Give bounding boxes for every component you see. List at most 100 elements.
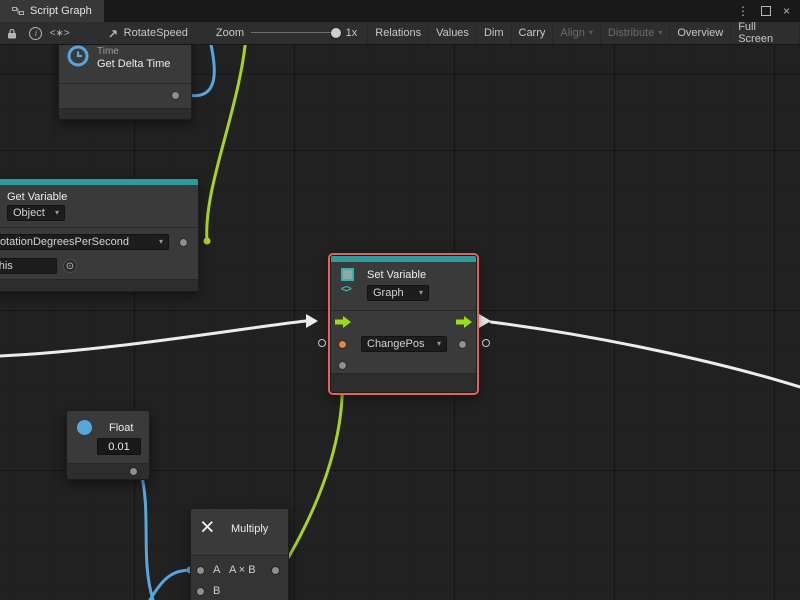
multiply-icon: × (200, 515, 215, 540)
output-port-result[interactable] (272, 567, 279, 574)
input-value: 0.01 (108, 441, 129, 453)
full-screen-button[interactable]: Full Screen (730, 22, 800, 44)
input-port-b[interactable] (197, 588, 204, 595)
flow-arrowhead-out (479, 314, 491, 328)
node-float[interactable]: Float 0.01 (66, 410, 150, 480)
wire-endpoint (204, 238, 211, 245)
graph-canvas[interactable]: Time Get Delta Time Get Variable Object … (0, 44, 800, 600)
button-label: Dim (484, 27, 504, 39)
port-label-result: A × B (229, 564, 256, 576)
zoom-slider-knob[interactable] (331, 28, 341, 38)
flow-wire-in (0, 321, 306, 356)
zoom-slider-track (251, 32, 339, 33)
node-get-delta-time[interactable]: Time Get Delta Time (58, 44, 192, 120)
button-label: Carry (519, 27, 546, 39)
variable-name-dropdown[interactable]: RotationDegreesPerSecond ▾ (0, 234, 169, 250)
output-port[interactable] (180, 239, 187, 246)
node-multiply[interactable]: × Multiply A A × B B (190, 508, 289, 600)
graph-type-icon: <> (341, 284, 351, 295)
dropdown-value: RotationDegreesPerSecond (0, 236, 129, 248)
zoom-slider[interactable] (249, 22, 341, 44)
tab-script-graph[interactable]: Script Graph (0, 0, 104, 22)
graph-name: RotateSpeed (124, 27, 188, 39)
chevron-down-icon: ▾ (159, 238, 163, 246)
button-label: Values (436, 27, 469, 39)
graph-breadcrumb[interactable]: RotateSpeed (102, 22, 194, 44)
close-icon[interactable]: × (783, 4, 790, 18)
variable-name-dropdown[interactable]: ChangePos ▾ (361, 336, 447, 352)
node-divider (59, 83, 191, 84)
node-divider (0, 227, 198, 228)
object-picker-icon[interactable]: ⊙ (63, 259, 77, 273)
node-get-variable[interactable]: Get Variable Object ▾ RotationDegreesPer… (0, 178, 199, 292)
flow-wire-out (491, 322, 800, 387)
dim-button[interactable]: Dim (476, 22, 511, 44)
float-value-input[interactable]: 0.01 (97, 438, 141, 455)
output-port[interactable] (172, 92, 179, 99)
button-label: Full Screen (738, 21, 792, 45)
unconnected-port-indicator-left[interactable] (318, 339, 326, 347)
graph-pointer-icon (108, 28, 119, 39)
flow-input-arrow[interactable] (335, 316, 351, 328)
node-footer (0, 279, 198, 291)
info-glyph: i (29, 27, 42, 40)
unconnected-port-indicator-right[interactable] (482, 339, 490, 347)
info-icon[interactable]: i (24, 22, 48, 44)
code-preview-icon[interactable]: <∗> (48, 22, 72, 44)
node-title: Set Variable (367, 269, 426, 281)
target-glyph: ⊙ (66, 261, 74, 272)
node-set-variable[interactable]: <> Set Variable Graph ▾ ChangePos ▾ (330, 255, 477, 393)
tab-title: Script Graph (30, 5, 92, 17)
node-color-stripe (331, 256, 476, 262)
values-button[interactable]: Values (428, 22, 476, 44)
dropdown-value: Graph (373, 287, 404, 299)
window-tab-bar: Script Graph ⋮ × (0, 0, 800, 23)
zoom-label: Zoom (216, 27, 244, 39)
chevron-down-icon: ▾ (437, 340, 441, 348)
flow-output-arrow[interactable] (456, 316, 472, 328)
variable-scope-dropdown[interactable]: Object ▾ (7, 205, 65, 221)
button-label: Distribute (608, 27, 654, 39)
node-title: Float (109, 422, 133, 434)
port-label-a: A (213, 564, 220, 576)
node-footer (331, 373, 476, 392)
value-wire-into-multiply-a (150, 570, 190, 600)
chevron-down-icon: ▾ (658, 29, 662, 37)
relations-button[interactable]: Relations (367, 22, 428, 44)
graph-toolbar: i <∗> RotateSpeed Zoom 1x Relations Valu… (0, 22, 800, 45)
menu-icon[interactable]: ⋮ (737, 4, 749, 18)
variable-scope-dropdown[interactable]: Graph ▾ (367, 285, 429, 301)
lock-icon[interactable] (0, 22, 24, 44)
button-label: Align (560, 27, 584, 39)
value-input-port[interactable] (339, 341, 346, 348)
node-color-stripe (0, 179, 198, 185)
dropdown-value: ChangePos (367, 338, 425, 350)
float-icon (77, 420, 92, 435)
target-object-field[interactable]: This (0, 258, 57, 274)
dropdown-value: Object (13, 207, 45, 219)
flow-arrowhead-in (306, 314, 318, 328)
node-divider (331, 310, 476, 311)
node-footer (59, 108, 191, 119)
toolbar-buttons: Relations Values Dim Carry Align ▾ Distr… (367, 22, 800, 44)
chevron-down-icon: ▾ (419, 289, 423, 297)
node-title: Get Variable (7, 191, 67, 203)
node-title: Get Delta Time (97, 58, 170, 70)
input-port-a[interactable] (197, 567, 204, 574)
align-button[interactable]: Align ▾ (552, 22, 599, 44)
node-category: Time (97, 46, 119, 57)
chevron-down-icon: ▾ (589, 29, 593, 37)
port-label-b: B (213, 585, 220, 597)
output-port[interactable] (130, 468, 137, 475)
button-label: Relations (375, 27, 421, 39)
script-graph-icon (12, 5, 24, 17)
maximize-icon[interactable] (761, 6, 771, 16)
value-wire-float (140, 468, 153, 600)
fallback-input-port[interactable] (339, 362, 346, 369)
distribute-button[interactable]: Distribute ▾ (600, 22, 669, 44)
carry-button[interactable]: Carry (511, 22, 553, 44)
clock-icon (65, 44, 91, 69)
zoom-value: 1x (346, 27, 358, 39)
value-output-port[interactable] (459, 341, 466, 348)
overview-button[interactable]: Overview (669, 22, 730, 44)
